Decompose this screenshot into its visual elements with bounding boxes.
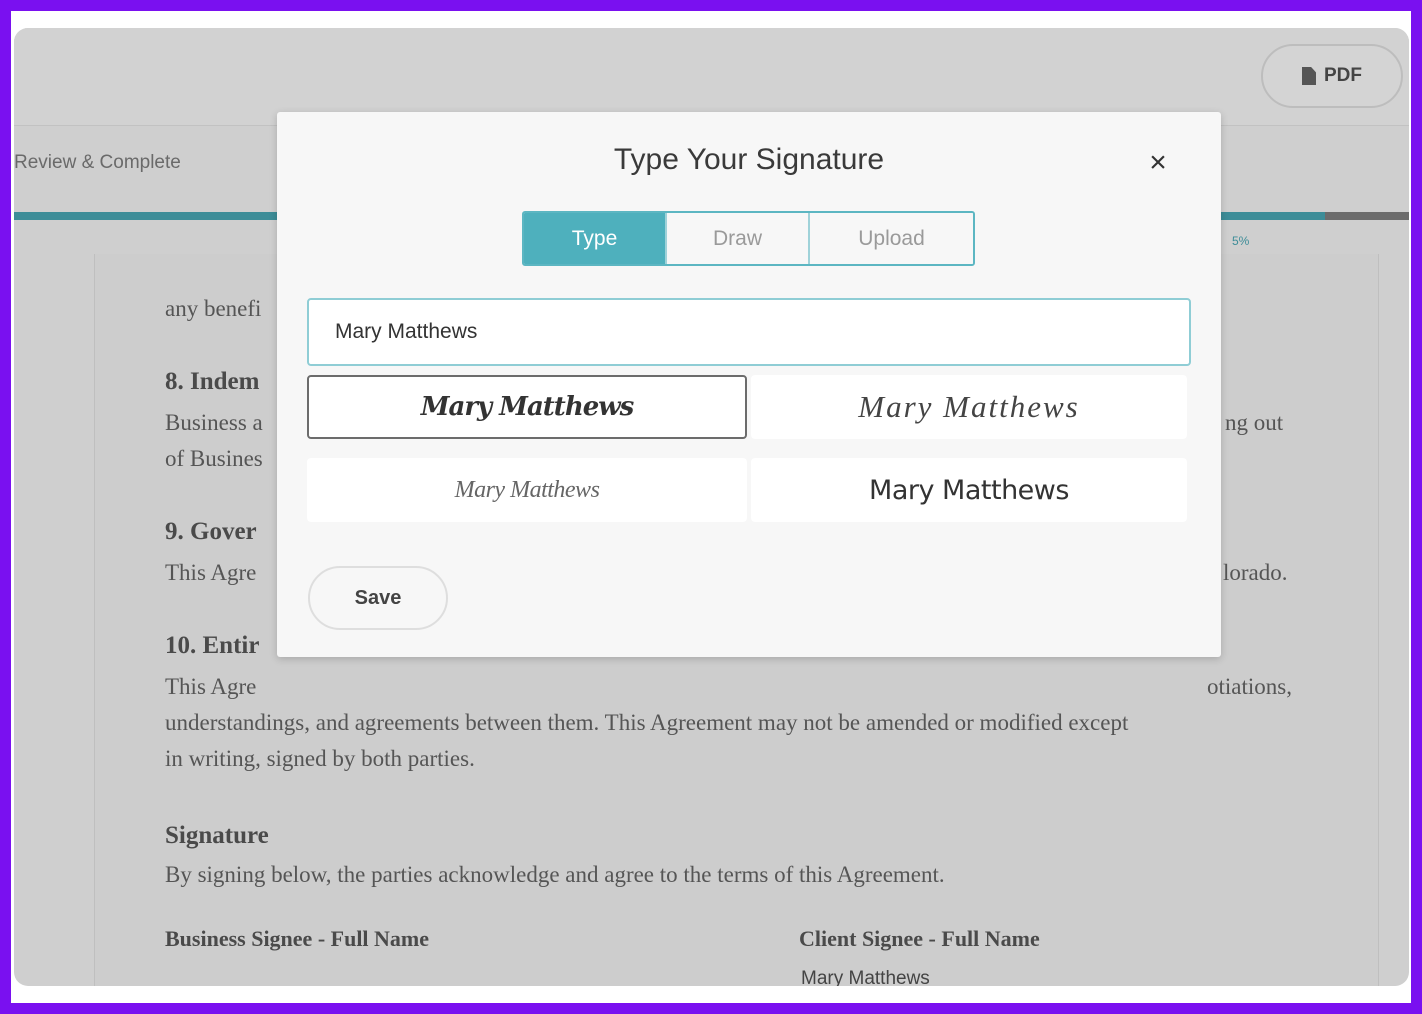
section-heading: 8. Indem xyxy=(165,368,260,395)
doc-text: lorado. xyxy=(1223,560,1288,585)
signature-option-2[interactable]: Mary Matthews xyxy=(751,375,1187,439)
section-heading: 9. Gover xyxy=(165,518,257,545)
signature-option-4[interactable]: Mary Matthews xyxy=(751,458,1187,522)
pdf-label: PDF xyxy=(1324,65,1362,86)
signature-option-3[interactable]: Mary Matthews xyxy=(307,458,747,522)
save-button[interactable]: Save xyxy=(308,566,448,630)
doc-text: understandings, and agreements between t… xyxy=(165,710,1129,735)
doc-text: This Agre xyxy=(165,560,257,585)
doc-text: Business a xyxy=(165,410,263,435)
doc-text: of Busines xyxy=(165,446,263,471)
signature-name-input[interactable] xyxy=(307,298,1191,366)
business-signee-label: Business Signee - Full Name xyxy=(165,926,430,951)
modal-title: Type Your Signature xyxy=(613,143,885,176)
tab-type[interactable]: Type xyxy=(524,213,665,264)
progress-text: 5% xyxy=(1232,234,1250,248)
signature-option-1[interactable]: Mary Matthews xyxy=(307,375,747,439)
step-review-complete[interactable]: Review & Complete xyxy=(14,152,181,174)
doc-text: This Agre xyxy=(165,674,257,699)
doc-text: otiations, xyxy=(1207,674,1292,699)
pdf-download-button[interactable]: PDF xyxy=(1261,44,1403,108)
doc-text: in writing, signed by both parties. xyxy=(165,746,475,771)
doc-text: ng out xyxy=(1225,410,1284,435)
tab-upload[interactable]: Upload xyxy=(808,213,973,264)
signature-mode-tabs: Type Draw Upload xyxy=(522,211,975,266)
tab-draw[interactable]: Draw xyxy=(665,213,808,264)
client-signee-label: Client Signee - Full Name xyxy=(799,926,1040,951)
signature-heading: Signature xyxy=(165,822,269,849)
doc-text: any benefi xyxy=(165,296,262,321)
signature-intro: By signing below, the parties acknowledg… xyxy=(165,862,945,887)
close-icon[interactable]: × xyxy=(1143,148,1173,178)
section-heading: 10. Entir xyxy=(165,632,260,659)
signature-modal: Type Your Signature × Type Draw Upload M… xyxy=(277,112,1221,657)
file-icon xyxy=(1302,67,1316,85)
client-signee-name: Mary Matthews xyxy=(801,968,930,986)
